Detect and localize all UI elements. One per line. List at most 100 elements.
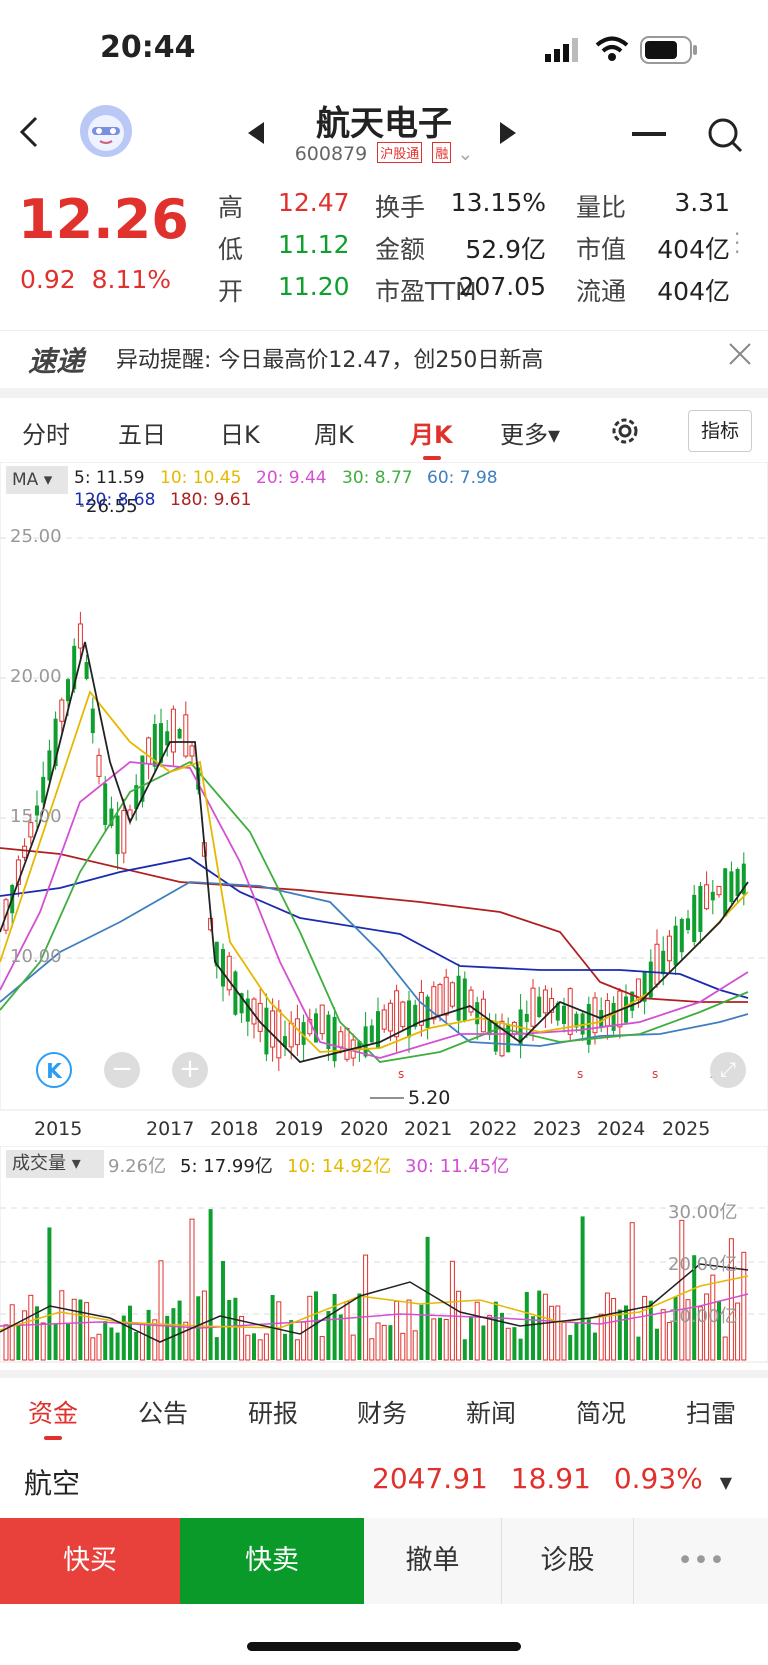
quote-value: 11.12	[278, 230, 350, 259]
ma5-label: 5: 11.59	[74, 468, 145, 488]
vol-y-tick: 10.00亿	[668, 1306, 738, 1327]
volume-bar	[512, 1327, 517, 1360]
close-icon[interactable]	[728, 342, 752, 370]
volume-bar	[115, 1332, 120, 1360]
tab-news[interactable]: 新闻	[466, 1394, 516, 1430]
candle-body	[96, 754, 102, 777]
cancel-order-button[interactable]: 撤单	[364, 1518, 502, 1604]
volume-chart[interactable]	[0, 1146, 768, 1364]
change-pct: 8.11%	[91, 265, 172, 294]
kline-chart[interactable]: 26.55 5.20 sss sss	[0, 462, 768, 1112]
x-tick: 2025	[662, 1118, 711, 1140]
ma30-label: 30: 8.77	[342, 468, 413, 488]
volume-bar	[469, 1316, 473, 1360]
volume-bar	[40, 1322, 46, 1361]
ma120-label: 120: 8.68	[74, 490, 156, 510]
candle-body	[103, 783, 108, 825]
sector-name[interactable]: 航空	[24, 1462, 80, 1502]
x-tick: 2022	[469, 1118, 518, 1140]
tab-announcements[interactable]: 公告	[138, 1394, 188, 1430]
volume-selector[interactable]: 成交量 ▾	[6, 1150, 104, 1178]
k-icon[interactable]: K	[36, 1052, 72, 1088]
candle-body	[679, 919, 684, 953]
volume-bar	[394, 1300, 400, 1361]
x-tick: 2015	[34, 1118, 83, 1140]
volume-bar	[35, 1306, 39, 1360]
candle-body	[437, 984, 443, 1016]
vol-ma5-label: 5: 17.99亿	[180, 1156, 273, 1177]
volume-bar	[549, 1305, 555, 1361]
svg-text:s: s	[577, 1067, 583, 1081]
more-vertical-icon[interactable]: · · ·	[734, 224, 740, 262]
ma180-label: 180: 9.61	[170, 490, 252, 510]
tab-risk[interactable]: 扫雷	[686, 1394, 736, 1430]
volume-bar	[481, 1325, 486, 1360]
gear-icon[interactable]	[608, 414, 642, 452]
svg-text:s: s	[398, 1067, 404, 1081]
sector-change: 18.91	[510, 1462, 591, 1495]
volume-bar	[227, 1300, 232, 1360]
volume-bar	[252, 1333, 256, 1360]
tab-capital[interactable]: 资金	[28, 1394, 78, 1430]
volume-bar	[90, 1337, 96, 1361]
volume-bar	[438, 1317, 442, 1360]
sector-values[interactable]: 2047.91 18.91 0.93% ▼	[372, 1462, 732, 1495]
alert-text[interactable]: 异动提醒: 今日最高价12.47，创250日新高	[116, 342, 543, 374]
diagnose-button[interactable]: 诊股	[502, 1518, 634, 1604]
volume-bar	[53, 1324, 58, 1360]
volume-bar	[338, 1314, 343, 1360]
tab-finance[interactable]: 财务	[357, 1394, 407, 1430]
candle-body	[245, 998, 250, 1022]
battery-icon	[640, 36, 700, 68]
more-button[interactable]: •••	[634, 1518, 768, 1604]
candle-body	[661, 950, 666, 975]
zoom-out-icon[interactable]: −	[104, 1052, 140, 1088]
quick-buy-button[interactable]: 快买	[0, 1518, 180, 1604]
volume-bar	[580, 1216, 585, 1360]
y-tick: 25.00	[10, 526, 62, 547]
ma10-label: 10: 10.45	[160, 468, 242, 488]
search-icon[interactable]	[706, 116, 744, 158]
candle-body	[257, 1002, 263, 1032]
volume-bar	[375, 1322, 381, 1361]
volume-bar	[542, 1293, 548, 1361]
x-tick: 2020	[340, 1118, 389, 1140]
candle-body	[400, 1001, 406, 1028]
signal-icon	[545, 38, 581, 66]
candle-body	[121, 810, 127, 854]
minus-icon[interactable]	[632, 132, 666, 136]
candle-body	[177, 729, 182, 739]
fullscreen-icon[interactable]: ⤢	[710, 1052, 746, 1088]
divider	[0, 1370, 768, 1378]
tab-yuek[interactable]: 月K	[410, 415, 453, 450]
quote-label: 开	[218, 277, 244, 306]
volume-bar	[239, 1315, 245, 1361]
indicator-button[interactable]: 指标	[688, 410, 752, 452]
volume-bar	[357, 1293, 362, 1360]
tab-fenshi[interactable]: 分时	[22, 415, 70, 450]
tab-more[interactable]: 更多▾	[500, 415, 560, 450]
candle-body	[189, 745, 195, 757]
low-marker: 5.20	[408, 1087, 450, 1109]
stock-code-line[interactable]: 600879 沪股通 融 ⌄	[0, 142, 768, 165]
candle-body	[170, 708, 176, 753]
tab-wuri[interactable]: 五日	[118, 415, 166, 450]
candle-body	[562, 1005, 566, 1024]
quick-sell-button[interactable]: 快卖	[180, 1518, 364, 1604]
zoom-in-icon[interactable]: +	[172, 1052, 208, 1088]
volume-bar	[617, 1309, 622, 1360]
volume-bar	[604, 1292, 610, 1361]
tab-zhouk[interactable]: 周K	[314, 415, 354, 450]
next-stock-icon[interactable]	[498, 120, 520, 150]
volume-bar	[443, 1319, 449, 1361]
volume-bar	[568, 1334, 573, 1360]
candle-body	[599, 1009, 604, 1029]
tab-research[interactable]: 研报	[248, 1394, 298, 1430]
ma-selector[interactable]: MA ▾	[6, 466, 68, 494]
volume-bar	[146, 1309, 151, 1360]
candle-body	[90, 708, 95, 734]
volume-bar	[500, 1312, 504, 1360]
tab-rik[interactable]: 日K	[220, 415, 260, 450]
tab-overview[interactable]: 简况	[576, 1394, 626, 1430]
volume-bar	[561, 1322, 567, 1361]
